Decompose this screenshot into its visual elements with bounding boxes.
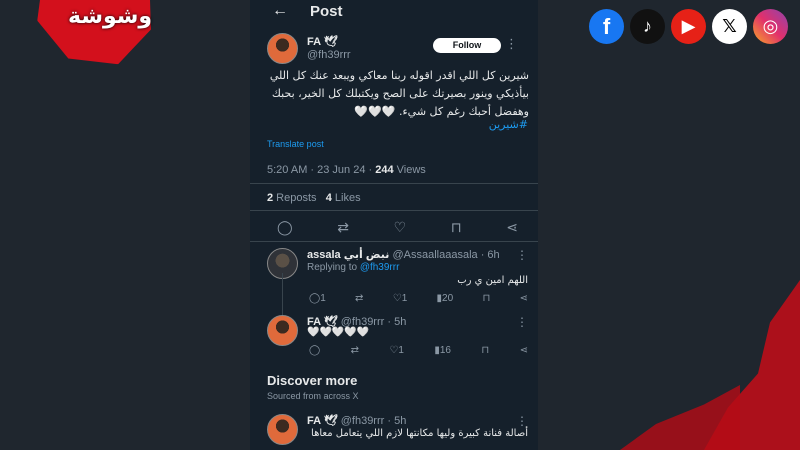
tiktok-icon[interactable]: ♪ (630, 9, 665, 44)
like-icon[interactable]: ♡ (394, 219, 407, 236)
more-options-icon[interactable]: ⋮ (505, 36, 518, 52)
discover-subtitle: Sourced from across X (267, 391, 359, 401)
reply-text: اللهم امين ي رب (457, 275, 528, 286)
instagram-icon[interactable]: ◎ (753, 9, 788, 44)
post-meta: 5:20 AM · 23 Jun 24 · 244 Views (267, 164, 426, 176)
reply-icon[interactable]: ◯ (309, 345, 320, 356)
reply-header: assala نبض أبي @Assaallaaasala · 6h (307, 248, 500, 261)
translate-post-link[interactable]: Translate post (267, 139, 324, 149)
facebook-icon[interactable]: f (589, 9, 624, 44)
reply-item[interactable]: FA 🕊 @fh39rrr · 5h ⋮ 🤍🤍🤍🤍🤍 ◯ ⇄ ♡1 ▮16 ⊓ … (267, 315, 528, 363)
divider (250, 210, 538, 211)
social-icons: f ♪ ▶ 𝕏 ◎ (589, 9, 788, 44)
repost-icon[interactable]: ⇄ (351, 345, 359, 356)
x-icon[interactable]: 𝕏 (712, 9, 747, 44)
replying-prefix: Replying to (307, 262, 360, 273)
author-handle[interactable]: @fh39rrr (307, 49, 351, 62)
like-icon[interactable]: ♡1 (389, 345, 404, 356)
share-icon[interactable]: ⋖ (506, 219, 518, 236)
post-header: ← Post (250, 0, 538, 22)
likes-label[interactable]: Likes (332, 192, 361, 204)
discover-item[interactable]: FA 🕊 @fh39rrr · 5h ⋮ أصالة فنانة كبيرة و… (267, 414, 528, 450)
thread-line (282, 273, 283, 315)
divider (250, 183, 538, 184)
reply-icon[interactable]: ◯1 (309, 293, 326, 304)
youtube-icon[interactable]: ▶ (671, 9, 706, 44)
views-label: Views (393, 164, 426, 176)
avatar[interactable] (267, 33, 298, 64)
post-action-bar: ◯ ⇄ ♡ ⊓ ⋖ (277, 219, 518, 236)
discover-author-handle[interactable]: @fh39rrr · 5h (341, 415, 407, 427)
like-icon[interactable]: ♡1 (393, 293, 408, 304)
back-arrow-icon[interactable]: ← (272, 2, 288, 20)
bookmark-icon[interactable]: ⊓ (451, 219, 462, 236)
replying-to-handle[interactable]: @fh39rrr (360, 262, 400, 273)
reply-action-bar: ◯ ⇄ ♡1 ▮16 ⊓ ⋖ (309, 345, 528, 356)
post-panel: ← Post FA 🕊 @fh39rrr Follow ⋮ شيرين كل ا… (250, 0, 538, 450)
replying-to: Replying to @fh39rrr (307, 262, 399, 273)
avatar[interactable] (267, 315, 298, 346)
reply-item[interactable]: assala نبض أبي @Assaallaaasala · 6h ⋮ Re… (267, 248, 528, 310)
reposts-label[interactable]: Reposts (273, 192, 316, 204)
views-icon[interactable]: ▮16 (434, 345, 451, 356)
repost-icon[interactable]: ⇄ (337, 219, 349, 236)
repost-icon[interactable]: ⇄ (355, 293, 363, 304)
post-text: شيرين كل اللي اقدر اقوله ربنا معاكي ويبع… (269, 69, 529, 118)
more-options-icon[interactable]: ⋮ (516, 414, 528, 428)
share-icon[interactable]: ⋖ (520, 293, 528, 304)
left-background (0, 0, 250, 450)
avatar[interactable] (267, 414, 298, 445)
hashtag-link[interactable]: #شيرين (489, 118, 528, 131)
bookmark-icon[interactable]: ⊓ (482, 293, 490, 304)
reply-text: 🤍🤍🤍🤍🤍 (307, 327, 370, 338)
discover-header: FA 🕊 @fh39rrr · 5h (307, 414, 406, 427)
bookmark-icon[interactable]: ⊓ (481, 345, 489, 356)
views-count: 244 (375, 164, 394, 176)
post-stats: 2 Reposts 4 Likes (267, 192, 361, 204)
brand-logo: وشوشة (68, 4, 153, 29)
follow-button[interactable]: Follow (433, 38, 501, 53)
share-icon[interactable]: ⋖ (520, 345, 528, 356)
discover-text: أصالة فنانة كبيرة وليها مكانتها لازم الل… (311, 428, 528, 439)
author-display-name[interactable]: FA 🕊 (307, 36, 351, 49)
views-icon[interactable]: ▮20 (437, 293, 454, 304)
reply-author-name[interactable]: assala نبض أبي (307, 249, 389, 261)
more-options-icon[interactable]: ⋮ (516, 248, 528, 262)
discover-title: Discover more (267, 373, 358, 388)
discover-author-name[interactable]: FA 🕊 (307, 415, 338, 427)
reply-author-handle[interactable]: @Assaallaaasala · 6h (392, 249, 499, 261)
more-options-icon[interactable]: ⋮ (516, 315, 528, 329)
post-time: 5:20 AM · 23 Jun 24 · (267, 164, 376, 176)
divider (250, 241, 538, 242)
reply-icon[interactable]: ◯ (277, 219, 293, 236)
reply-action-bar: ◯1 ⇄ ♡1 ▮20 ⊓ ⋖ (309, 293, 528, 304)
page-title: Post (310, 2, 343, 20)
post-author: FA 🕊 @fh39rrr Follow ⋮ (267, 33, 528, 64)
